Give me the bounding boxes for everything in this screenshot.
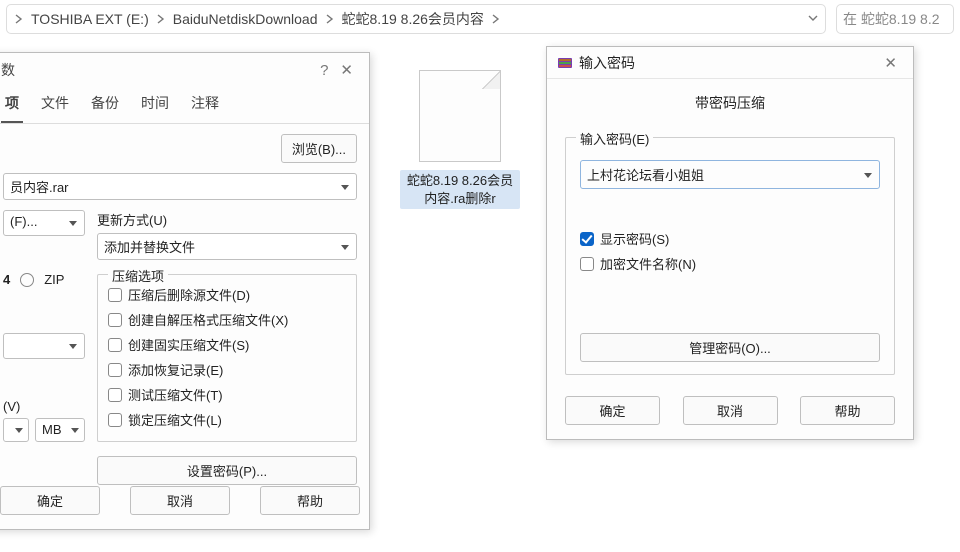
file-icon <box>419 70 501 162</box>
password-input[interactable]: 上村花论坛看小姐姐 <box>580 160 880 189</box>
compression-select[interactable] <box>3 333 85 359</box>
tabs: 项 文件 备份 时间 注释 <box>0 87 369 124</box>
close-icon[interactable]: ✕ <box>878 54 903 72</box>
password-dialog-title: 输入密码 <box>579 53 635 73</box>
crumb-1[interactable]: BaiduNetdiskDownload <box>169 11 322 27</box>
password-dialog-title-bar: 输入密码 ✕ <box>547 47 913 79</box>
opt-recovery-checkbox[interactable] <box>108 363 122 377</box>
compress-options-legend: 压缩选项 <box>108 266 168 285</box>
chevron-down-icon[interactable] <box>807 11 819 27</box>
split-size-select[interactable] <box>3 418 29 442</box>
ok-button[interactable]: 确定 <box>0 486 100 515</box>
close-icon[interactable]: ✕ <box>334 61 359 79</box>
format-zip-label: ZIP <box>44 272 64 287</box>
split-label: (V) <box>3 399 85 414</box>
browse-button[interactable]: 浏览(B)... <box>281 134 357 163</box>
set-password-button[interactable]: 设置密码(P)... <box>97 456 357 485</box>
breadcrumb-bar: TOSHIBA EXT (E:) BaiduNetdiskDownload 蛇蛇… <box>0 0 960 38</box>
opt-solid-checkbox[interactable] <box>108 338 122 352</box>
tab-backup[interactable]: 备份 <box>87 87 123 123</box>
format-rar4-label: 4 <box>3 272 10 287</box>
encrypt-names-checkbox[interactable] <box>580 257 594 271</box>
search-input[interactable]: 在 蛇蛇8.19 8.2 <box>836 4 954 34</box>
chevron-right-icon <box>153 11 169 27</box>
password-dialog: 输入密码 ✕ 带密码压缩 输入密码(E) 上村花论坛看小姐姐 显示密码(S) 加… <box>546 46 914 440</box>
update-mode-label: 更新方式(U) <box>97 210 357 229</box>
opt-delete-after-checkbox[interactable] <box>108 288 122 302</box>
breadcrumb[interactable]: TOSHIBA EXT (E:) BaiduNetdiskDownload 蛇蛇… <box>6 4 826 34</box>
format-zip-radio[interactable] <box>20 273 34 287</box>
chevron-right-icon <box>488 11 504 27</box>
chevron-right-icon <box>11 11 27 27</box>
file-item[interactable]: 蛇蛇8.19 8.26会员内容.ra删除r <box>400 70 520 209</box>
dialog-title-bar: 数 ? ✕ <box>0 53 369 87</box>
password-fieldset: 输入密码(E) 上村花论坛看小姐姐 显示密码(S) 加密文件名称(N) 管理密码… <box>565 137 895 375</box>
password-subtitle: 带密码压缩 <box>565 93 895 113</box>
manage-passwords-button[interactable]: 管理密码(O)... <box>580 333 880 362</box>
file-caption: 蛇蛇8.19 8.26会员内容.ra删除r <box>400 170 520 209</box>
cancel-button[interactable]: 取消 <box>683 396 778 425</box>
tab-general[interactable]: 项 <box>1 87 23 123</box>
show-password-checkbox[interactable] <box>580 232 594 246</box>
split-unit-select[interactable]: MB <box>35 418 85 442</box>
update-mode-select[interactable]: 添加并替换文件 <box>97 233 357 260</box>
ok-button[interactable]: 确定 <box>565 396 660 425</box>
format-select-left[interactable]: (F)... <box>3 210 85 236</box>
opt-sfx-checkbox[interactable] <box>108 313 122 327</box>
help-button[interactable]: 帮助 <box>800 396 895 425</box>
opt-lock-checkbox[interactable] <box>108 413 122 427</box>
crumb-0[interactable]: TOSHIBA EXT (E:) <box>27 11 153 27</box>
help-icon[interactable]: ? <box>314 62 334 79</box>
chevron-right-icon <box>322 11 338 27</box>
winrar-icon <box>557 55 573 71</box>
opt-test-checkbox[interactable] <box>108 388 122 402</box>
password-label: 输入密码(E) <box>576 129 653 148</box>
crumb-2[interactable]: 蛇蛇8.19 8.26会员内容 <box>338 9 488 29</box>
tab-comment[interactable]: 注释 <box>187 87 223 123</box>
help-button[interactable]: 帮助 <box>260 486 360 515</box>
tab-time[interactable]: 时间 <box>137 87 173 123</box>
tab-files[interactable]: 文件 <box>37 87 73 123</box>
search-placeholder-text: 在 蛇蛇8.19 8.2 <box>843 9 940 29</box>
archive-params-dialog: 数 ? ✕ 项 文件 备份 时间 注释 浏览(B)... 员内容.rar (F)… <box>0 52 370 530</box>
archive-name-input[interactable]: 员内容.rar <box>3 173 357 200</box>
dialog-title-text: 数 <box>1 60 15 80</box>
cancel-button[interactable]: 取消 <box>130 486 230 515</box>
